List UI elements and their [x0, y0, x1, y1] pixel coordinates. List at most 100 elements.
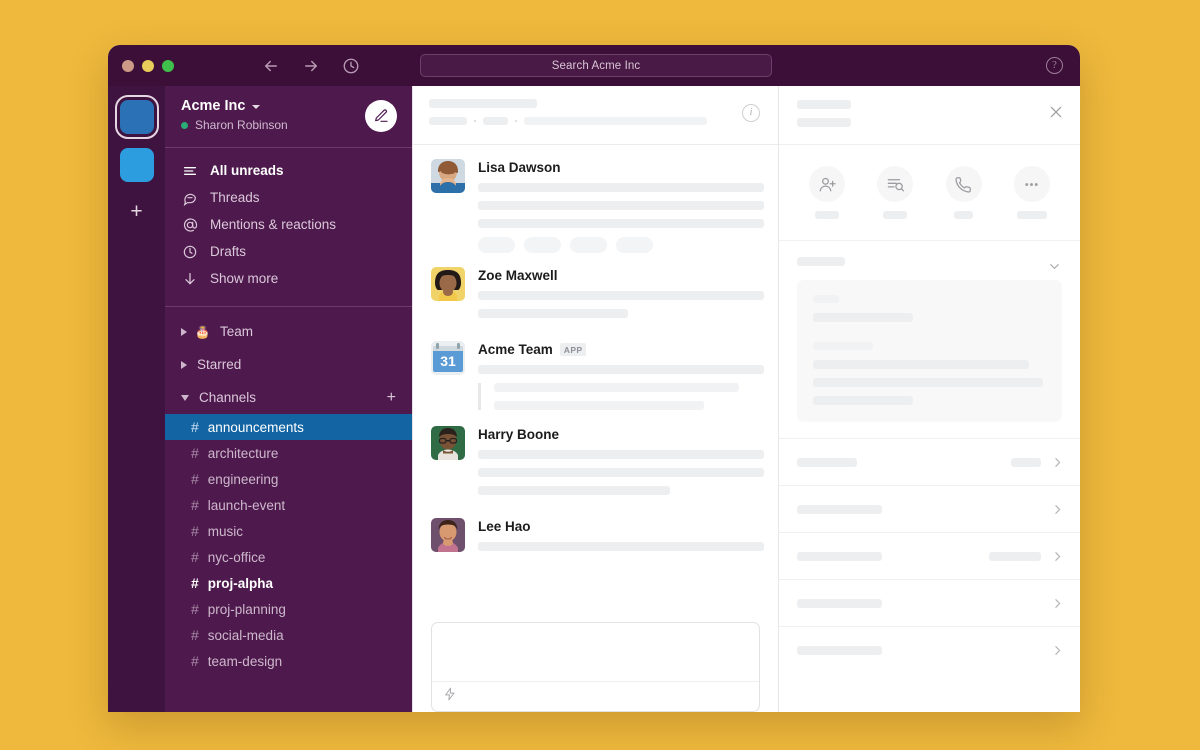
reaction-chip[interactable]	[616, 237, 653, 253]
channel-label: proj-planning	[207, 601, 286, 617]
message-body: Acme Team APP	[478, 341, 764, 412]
window-body: + Acme Inc Sharon Robinson All unreads T…	[108, 86, 1080, 712]
close-window-button[interactable]	[122, 59, 134, 72]
panel-subtitle-placeholder	[797, 118, 851, 127]
action-find[interactable]	[877, 166, 914, 219]
list-item[interactable]	[779, 532, 1080, 579]
workspace-tile-active[interactable]	[114, 95, 159, 139]
mentions-icon	[181, 216, 198, 233]
chevron-right-icon[interactable]	[1051, 456, 1064, 469]
hash-icon: #	[191, 523, 199, 539]
avatar-acme-calendar[interactable]: 31	[431, 341, 465, 375]
details-panel-rows	[779, 438, 1080, 712]
sidebar-nav: All unreads Threads Mentions & reactions	[165, 154, 412, 294]
sidebar-item-all-unreads[interactable]: All unreads	[165, 157, 412, 184]
avatar-harry[interactable]	[431, 426, 465, 460]
message-line-placeholder	[478, 219, 764, 228]
minimize-window-button[interactable]	[142, 59, 154, 72]
action-more[interactable]	[1013, 166, 1050, 219]
maximize-window-button[interactable]	[162, 59, 174, 72]
sidebar-item-drafts[interactable]: Drafts	[165, 238, 412, 265]
details-panel-header	[779, 86, 1080, 145]
chevron-right-icon	[181, 360, 187, 369]
workspace-tile-2[interactable]	[119, 148, 154, 182]
message-author[interactable]: Lisa Dawson	[478, 160, 760, 175]
list-item[interactable]	[779, 626, 1080, 673]
history-clock-icon[interactable]	[342, 57, 360, 75]
details-panel-section[interactable]	[779, 241, 1080, 438]
channel-architecture[interactable]: # architecture	[165, 440, 412, 466]
row-label-placeholder	[797, 504, 882, 514]
forward-arrow-icon[interactable]	[302, 57, 320, 75]
channel-announcements[interactable]: # announcements	[165, 414, 412, 440]
message-author[interactable]: Acme Team APP	[478, 342, 760, 357]
back-arrow-icon[interactable]	[262, 57, 280, 75]
reaction-chip[interactable]	[570, 237, 607, 253]
chevron-down-icon	[181, 394, 189, 401]
message-body: Harry Boone	[478, 426, 764, 504]
chevron-down-icon[interactable]	[1047, 259, 1062, 279]
message-author[interactable]: Zoe Maxwell	[478, 268, 760, 283]
message-composer[interactable]	[431, 622, 760, 712]
message-line-placeholder	[478, 309, 628, 318]
sidebar-item-show-more[interactable]: Show more	[165, 265, 412, 292]
channel-launch-event[interactable]: # launch-event	[165, 492, 412, 518]
action-label-placeholder	[1016, 211, 1047, 219]
info-icon[interactable]: i	[742, 104, 760, 122]
close-icon[interactable]	[1048, 104, 1064, 120]
chevron-right-icon[interactable]	[1051, 644, 1064, 657]
threads-icon	[181, 189, 198, 206]
help-icon[interactable]: ?	[1046, 57, 1063, 74]
sidebar-item-threads[interactable]: Threads	[165, 184, 412, 211]
message-author[interactable]: Harry Boone	[478, 427, 760, 442]
avatar-lisa[interactable]	[431, 159, 465, 193]
channel-proj-planning[interactable]: # proj-planning	[165, 596, 412, 622]
traffic-lights	[108, 59, 174, 72]
channel-team-design[interactable]: # team-design	[165, 648, 412, 674]
message-line-placeholder	[478, 542, 764, 551]
chevron-right-icon[interactable]	[1051, 550, 1064, 563]
conversation-meta-placeholder	[429, 117, 760, 125]
search-input[interactable]: Search Acme Inc	[420, 54, 772, 77]
sidebar-item-label: All unreads	[210, 163, 284, 178]
action-label-placeholder	[954, 211, 974, 219]
channel-proj-alpha[interactable]: # proj-alpha	[165, 570, 412, 596]
card-label-placeholder	[813, 342, 873, 350]
reaction-chip[interactable]	[524, 237, 561, 253]
avatar-zoe[interactable]	[431, 267, 465, 301]
action-call[interactable]	[945, 166, 982, 219]
avatar-lee[interactable]	[431, 518, 465, 552]
chevron-right-icon[interactable]	[1051, 503, 1064, 516]
channel-nyc-office[interactable]: # nyc-office	[165, 544, 412, 570]
svg-text:31: 31	[440, 353, 456, 369]
hash-icon: #	[191, 601, 199, 617]
list-item[interactable]	[779, 485, 1080, 532]
sidebar-group-team[interactable]: 🎂 Team	[165, 315, 412, 348]
reaction-chip[interactable]	[478, 237, 515, 253]
unreads-icon	[181, 162, 198, 179]
author-name: Lee Hao	[478, 519, 531, 534]
chevron-right-icon[interactable]	[1051, 597, 1064, 610]
sidebar-group-channels[interactable]: Channels +	[165, 381, 412, 414]
shortcuts-lightning-icon[interactable]	[443, 687, 457, 706]
channel-music[interactable]: # music	[165, 518, 412, 544]
list-item[interactable]	[779, 579, 1080, 626]
author-name: Acme Team	[478, 342, 553, 357]
list-item[interactable]	[779, 438, 1080, 485]
channel-engineering[interactable]: # engineering	[165, 466, 412, 492]
action-add-person[interactable]	[809, 166, 846, 219]
add-channel-button[interactable]: +	[387, 389, 396, 407]
message-author[interactable]: Lee Hao	[478, 519, 760, 534]
sidebar-item-mentions-reactions[interactable]: Mentions & reactions	[165, 211, 412, 238]
compose-message-button[interactable]	[365, 100, 397, 132]
message-item: Lisa Dawson	[413, 159, 778, 253]
channel-social-media[interactable]: # social-media	[165, 622, 412, 648]
workspace-header: Acme Inc Sharon Robinson	[165, 86, 412, 142]
action-label-placeholder	[883, 211, 908, 219]
author-name: Lisa Dawson	[478, 160, 561, 175]
card-value-placeholder	[813, 313, 913, 322]
sidebar-group-starred[interactable]: Starred	[165, 348, 412, 381]
message-body: Lee Hao	[478, 518, 764, 560]
details-panel-actions	[779, 145, 1080, 241]
add-workspace-button[interactable]: +	[130, 201, 142, 222]
